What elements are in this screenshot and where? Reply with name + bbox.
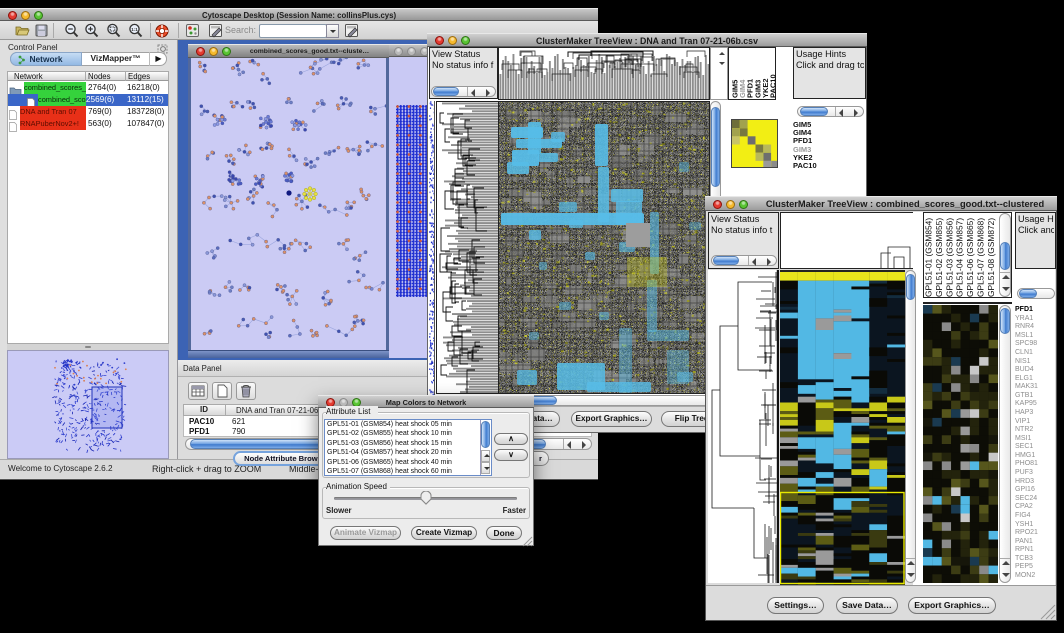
svg-text:GPL51-06 (GSM865): GPL51-06 (GSM865): [965, 218, 975, 297]
svg-text:GPL51-01 (GSM854): GPL51-01 (GSM854): [924, 218, 934, 297]
svg-text:GPL51-02 (GSM855): GPL51-02 (GSM855): [934, 218, 944, 297]
svg-text:GPL51-07 (GSM868): GPL51-07 (GSM868): [976, 218, 986, 297]
svg-text:GPL51-04 (GSM857): GPL51-04 (GSM857): [955, 218, 965, 297]
svg-text:PAC10: PAC10: [769, 74, 778, 98]
svg-text:GPL51-03 (GSM856): GPL51-03 (GSM856): [944, 218, 954, 297]
svg-text:1:1: 1:1: [131, 27, 138, 32]
svg-text:GPL51-08 (GSM872): GPL51-08 (GSM872): [986, 218, 996, 297]
